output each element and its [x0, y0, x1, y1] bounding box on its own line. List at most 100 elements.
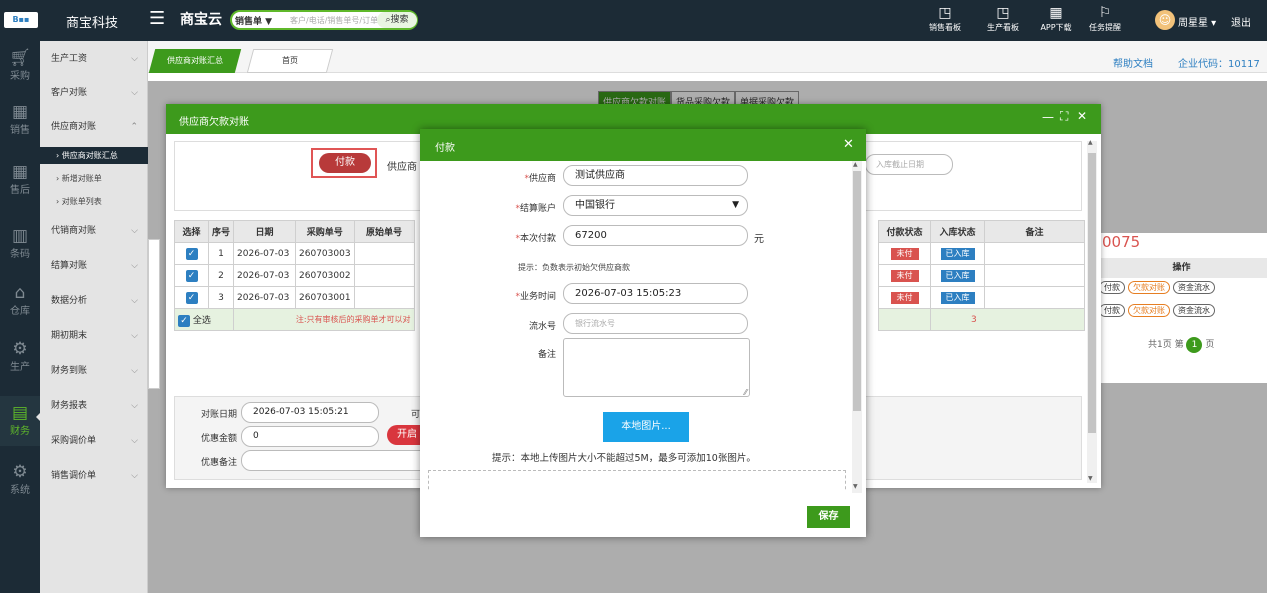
supplier-field[interactable]: 测试供应商: [563, 165, 748, 186]
fund-flow-link[interactable]: 资金流水: [1173, 281, 1215, 294]
recon-date-label: 对账日期: [201, 410, 238, 420]
nav-warehouse[interactable]: ⌂ 仓库: [0, 284, 40, 324]
row-checkbox[interactable]: ✓: [185, 269, 198, 282]
submenu-recon-list[interactable]: › 对账单列表: [40, 193, 148, 210]
nav-barcode[interactable]: ▥ 条码: [0, 227, 40, 267]
menu-item-supplier-recon[interactable]: 供应商对账 ⌃: [40, 109, 148, 145]
menu-item-purchase-price-adjust[interactable]: 采购调价单 ⌵: [40, 423, 148, 459]
table-row: 未付 已入库: [878, 242, 1085, 265]
nav-purchase[interactable]: 🛒︎ 采购: [0, 49, 40, 89]
recon-scrollbar[interactable]: ▲ ▼: [1087, 139, 1097, 483]
recon-date-input[interactable]: 2026-07-03 15:05:21: [241, 402, 379, 423]
minimize-icon[interactable]: —: [1042, 110, 1054, 124]
avatar[interactable]: ☺: [1155, 10, 1175, 30]
total-count: 3: [930, 308, 1085, 331]
menu-item-sales-price-adjust[interactable]: 销售调价单 ⌵: [40, 458, 148, 494]
search-button[interactable]: ⌕搜索: [377, 12, 417, 28]
table-row[interactable]: ✓ 2 2026-07-03 260703002: [174, 264, 415, 287]
nav-system[interactable]: ⚙ 系统: [0, 463, 40, 503]
submenu-supplier-summary[interactable]: › 供应商对账汇总: [40, 147, 148, 164]
warehouse-icon: ⌂: [14, 283, 26, 303]
task-reminder-button[interactable]: ⚐ 任务提醒: [1085, 4, 1125, 33]
sales-board-button[interactable]: ◳ 销售看板: [928, 4, 962, 33]
recon-table-right: 付款状态 入库状态 备注 未付 已入库 未付 已入库 未付 已入库 3: [878, 220, 1085, 331]
background-amount: 0075: [1102, 233, 1141, 251]
menu-item-consignment-recon[interactable]: 代销商对账 ⌵: [40, 213, 148, 249]
serial-input[interactable]: 银行流水号: [563, 313, 748, 334]
nav-aftersales[interactable]: ▦ 售后: [0, 163, 40, 203]
pager-suffix: 页: [1205, 340, 1215, 350]
help-link[interactable]: 帮助文档: [1113, 55, 1153, 70]
scroll-down-icon[interactable]: ▼: [853, 483, 858, 490]
chevron-down-icon: ⌵: [131, 331, 138, 341]
table-row[interactable]: ✓ 1 2026-07-03 260703003: [174, 242, 415, 265]
account-select[interactable]: 中国银行 ▼: [563, 195, 748, 216]
menu-toggle-icon[interactable]: ☰: [149, 9, 165, 29]
row-checkbox[interactable]: ✓: [185, 247, 198, 260]
remark-textarea[interactable]: ⁄⁄: [563, 338, 750, 397]
scroll-up-icon[interactable]: ▲: [853, 161, 858, 168]
menu-item-period[interactable]: 期初期末 ⌵: [40, 318, 148, 354]
select-all-checkbox[interactable]: ✓: [178, 314, 190, 327]
image-dropzone[interactable]: [428, 470, 846, 491]
row-checkbox[interactable]: ✓: [185, 291, 198, 304]
search-input[interactable]: 客户/电话/销售单号/订单号: [290, 15, 388, 26]
resize-handle-icon[interactable]: ⁄⁄: [744, 388, 747, 397]
scroll-down-icon[interactable]: ▼: [1088, 475, 1093, 482]
date-end-input[interactable]: 入库截止日期: [865, 154, 953, 175]
account-label: *结算账户: [515, 204, 556, 214]
tab-label: 供应商对账汇总: [167, 56, 223, 65]
pay-link[interactable]: 付款: [1099, 304, 1125, 317]
nav-production[interactable]: ⚙ 生产: [0, 340, 40, 380]
table-row[interactable]: ✓ 3 2026-07-03 260703001: [174, 286, 415, 309]
search-box: 销售单 ▼ 客户/电话/销售单号/订单号 ⌕搜索: [230, 10, 418, 30]
tab-home[interactable]: 首页: [246, 49, 334, 73]
search-type-select[interactable]: 销售单 ▼: [235, 14, 272, 27]
pay-link[interactable]: 付款: [1099, 281, 1125, 294]
col-po-number: 采购单号: [295, 220, 355, 243]
pager-current[interactable]: 1: [1186, 337, 1203, 353]
user-menu[interactable]: 周星星 ▾: [1178, 14, 1216, 29]
menu-label: 生产工资: [51, 54, 88, 64]
debt-recon-link[interactable]: 欠款对账: [1128, 281, 1170, 294]
business-time-input[interactable]: 2026-07-03 15:05:23: [563, 283, 748, 304]
table-footer-row: ✓ 全选 注:只有审核后的采购单才可以对: [173, 308, 415, 331]
logout-link[interactable]: 退出: [1231, 14, 1251, 29]
production-board-button[interactable]: ◳ 生产看板: [983, 4, 1023, 33]
submenu-new-recon[interactable]: › 新增对账单: [40, 170, 148, 187]
col-select: 选择: [174, 220, 209, 243]
menu-item-data-analysis[interactable]: 数据分析 ⌵: [40, 283, 148, 319]
scroll-thumb[interactable]: [1088, 153, 1096, 433]
debt-recon-link[interactable]: 欠款对账: [1128, 304, 1170, 317]
payment-scrollbar[interactable]: ▲ ▼: [852, 161, 862, 493]
menu-item-finance-report[interactable]: 财务报表 ⌵: [40, 388, 148, 424]
upload-image-button[interactable]: 本地图片...: [603, 412, 689, 442]
background-ops-row-2: 付款 欠款对账 资金流水: [1096, 304, 1215, 317]
menu-item-settlement-recon[interactable]: 结算对账 ⌵: [40, 248, 148, 284]
menu-item-production-wage[interactable]: 生产工资 ⌵: [40, 41, 148, 77]
close-icon[interactable]: ✕: [1077, 109, 1087, 123]
nav-sales[interactable]: ▦ 销售: [0, 103, 40, 143]
table-row: 未付 已入库: [878, 286, 1085, 309]
scroll-thumb[interactable]: [853, 171, 861, 411]
amount-label: *本次付款: [515, 234, 556, 244]
fund-flow-link[interactable]: 资金流水: [1173, 304, 1215, 317]
tab-supplier-summary[interactable]: 供应商对账汇总: [148, 49, 242, 73]
menu-item-finance-receipt[interactable]: 财务到账 ⌵: [40, 353, 148, 389]
pay-button[interactable]: 付款: [319, 153, 371, 173]
app-download-button[interactable]: ▦ APP下载: [1036, 4, 1076, 33]
chevron-down-icon: ⌵: [131, 296, 138, 306]
maximize-icon[interactable]: ⛶: [1060, 109, 1068, 124]
cart-icon: 🛒︎: [9, 48, 31, 68]
scroll-up-icon[interactable]: ▲: [1088, 139, 1093, 146]
discount-note-input[interactable]: [241, 450, 441, 471]
discount-input[interactable]: 0: [241, 426, 379, 447]
menu-item-customer-recon[interactable]: 客户对账 ⌵: [40, 75, 148, 111]
qrcode-icon: ▦: [1049, 5, 1063, 21]
save-button[interactable]: 保存: [807, 506, 850, 528]
close-icon[interactable]: ✕: [843, 137, 854, 152]
amount-input[interactable]: 67200: [563, 225, 748, 246]
col-seq: 序号: [207, 220, 235, 243]
tab-label: 首页: [282, 56, 298, 65]
nav-finance[interactable]: ▤ 财务: [0, 396, 40, 446]
